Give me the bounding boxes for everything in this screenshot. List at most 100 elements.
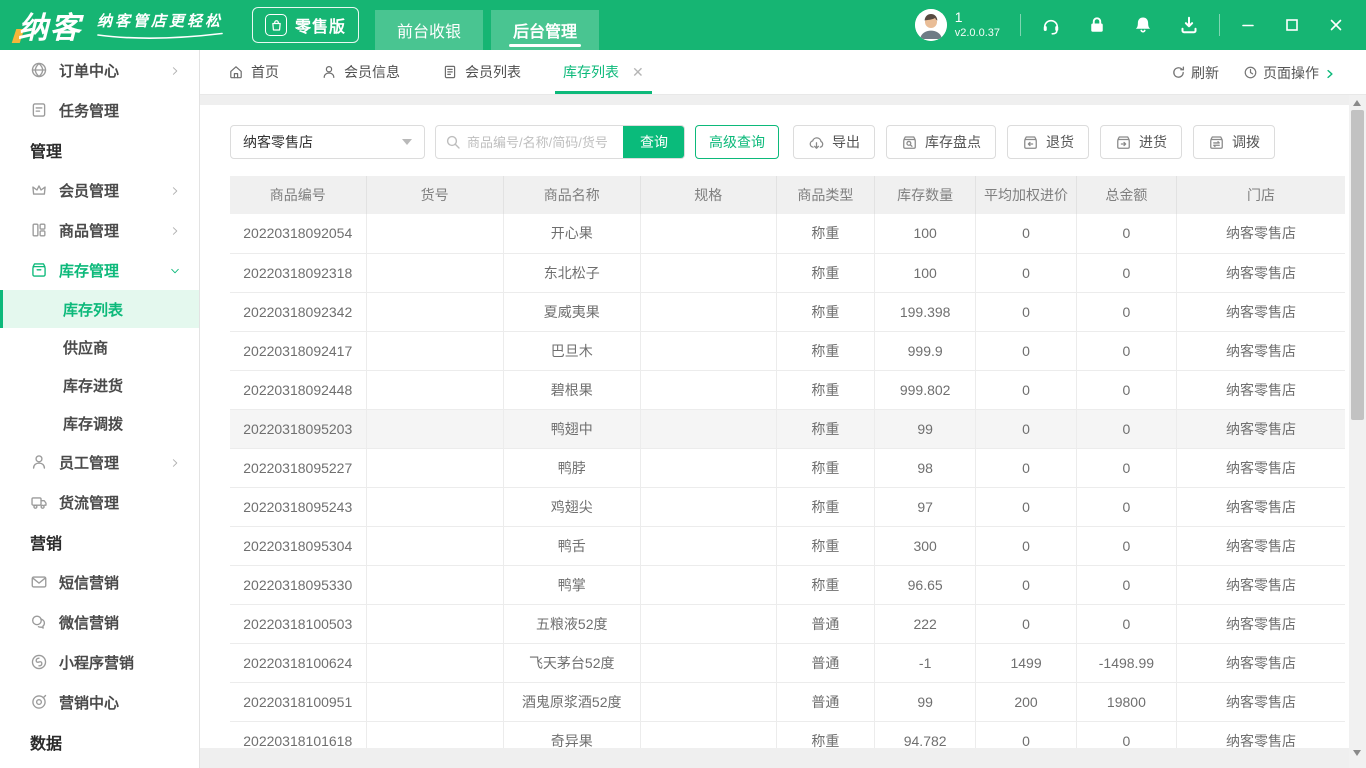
table-cell: 称重 (776, 448, 875, 488)
bell-icon[interactable] (1133, 15, 1153, 35)
return-button[interactable]: 退货 (1007, 125, 1089, 159)
tab-home[interactable]: 首页 (228, 50, 279, 94)
main-area: 首页 会员信息 会员列表 库存列表 ✕ 刷新 页面操作 纳客零售店 商品编号/名… (200, 50, 1366, 768)
table-row[interactable]: 20220318100951 酒鬼原浆酒52度 普通 99 200 19800 纳客零售店 (230, 682, 1345, 722)
purchase-button[interactable]: 进货 (1100, 125, 1182, 159)
table-row[interactable]: 20220318095330 鸭掌 称重 96.65 0 0 纳客零售店 (230, 565, 1345, 605)
minimize-button[interactable] (1240, 17, 1256, 33)
goods-icon (30, 221, 48, 239)
stocktake-icon (901, 134, 918, 151)
query-button[interactable]: 查询 (623, 126, 684, 158)
sidebar-item-inventory-management[interactable]: 库存管理 (0, 250, 199, 290)
tab-member-info[interactable]: 会员信息 (321, 50, 400, 94)
table-row[interactable]: 20220318092054 开心果 称重 100 0 0 纳客零售店 (230, 214, 1345, 254)
table-cell: 称重 (776, 526, 875, 566)
table-cell: 999.802 (874, 370, 977, 410)
table-cell: 20220318095243 (230, 487, 367, 527)
header-nav: 前台收银 后台管理 (375, 0, 600, 50)
table-cell: 0 (975, 331, 1077, 371)
stocktake-button[interactable]: 库存盘点 (886, 125, 996, 159)
table-row[interactable]: 20220318095243 鸡翅尖 称重 97 0 0 纳客零售店 (230, 487, 1345, 527)
refresh-button[interactable]: 刷新 (1171, 63, 1219, 83)
table-cell: 称重 (776, 409, 875, 449)
table-row[interactable]: 20220318092417 巴旦木 称重 999.9 0 0 纳客零售店 (230, 331, 1345, 371)
nav-backend-management[interactable]: 后台管理 (491, 10, 600, 50)
table-cell: 0 (1076, 526, 1178, 566)
close-tab-icon[interactable]: ✕ (632, 64, 644, 81)
sidebar-item-task-management[interactable]: 任务管理 (0, 90, 199, 130)
sidebar-item-wechat-marketing[interactable]: 微信营销 (0, 602, 199, 642)
table-row[interactable]: 20220318101618 奇异果 称重 94.782 0 0 纳客零售店 (230, 721, 1345, 748)
table-cell (366, 487, 504, 527)
button-label: 调拨 (1232, 134, 1260, 150)
user-block[interactable]: 1 v2.0.0.37 (914, 9, 1000, 41)
clock-icon (1243, 65, 1258, 80)
lock-icon[interactable] (1087, 15, 1107, 35)
sidebar-subitem-label: 库存进货 (63, 377, 124, 395)
header-icons (1041, 15, 1199, 35)
export-icon (808, 134, 825, 151)
table-row[interactable]: 20220318100503 五粮液52度 普通 222 0 0 纳客零售店 (230, 604, 1345, 644)
table-row[interactable]: 20220318100624 飞天茅台52度 普通 -1 1499 -1498.99 纳客零… (230, 643, 1345, 683)
table-cell: 纳客零售店 (1176, 292, 1345, 332)
sidebar-subitem-inventory-list[interactable]: 库存列表 (0, 290, 199, 328)
person-icon (30, 453, 48, 471)
sidebar-item-product-management[interactable]: 商品管理 (0, 210, 199, 250)
sidebar-item-staff-management[interactable]: 员工管理 (0, 442, 199, 482)
tab-inventory-list[interactable]: 库存列表 ✕ (555, 50, 652, 94)
sidebar-item-order-center[interactable]: 订单中心 (0, 50, 199, 90)
table-cell: 鸭脖 (503, 448, 641, 488)
avatar[interactable] (914, 9, 947, 41)
table-cell: 纳客零售店 (1176, 370, 1345, 410)
table-cell: 20220318095304 (230, 526, 367, 566)
advanced-query-button[interactable]: 高级查询 (695, 125, 779, 159)
button-label: 退货 (1046, 134, 1074, 150)
table-cell (366, 409, 504, 449)
table-cell: 奇异果 (503, 721, 641, 748)
sidebar-item-statistics-report[interactable]: 统计报表 (0, 762, 199, 768)
header: 纳客 纳客管店更轻松 零售版 前台收银 后台管理 1 v2.0.0.37 (0, 0, 1366, 50)
search-input[interactable] (467, 134, 623, 150)
sidebar-item-sms-marketing[interactable]: 短信营销 (0, 562, 199, 602)
table-cell: 20220318092054 (230, 214, 367, 254)
table-row[interactable]: 20220318092448 碧根果 称重 999.802 0 0 纳客零售店 (230, 370, 1345, 410)
table-cell: 0 (1076, 409, 1178, 449)
store-select[interactable]: 纳客零售店 (230, 125, 425, 159)
page-actions-button[interactable]: 页面操作 (1243, 63, 1336, 83)
table-row[interactable]: 20220318095203 鸭翅中 称重 99 0 0 纳客零售店 (230, 409, 1345, 449)
table-cell: 97 (874, 487, 977, 527)
table-cell (640, 604, 777, 644)
sidebar-item-logistics-management[interactable]: 货流管理 (0, 482, 199, 522)
maximize-button[interactable] (1284, 17, 1300, 33)
box-transfer-icon (1208, 134, 1225, 151)
download-icon[interactable] (1179, 15, 1199, 35)
column-header: 库存数量 (874, 176, 977, 214)
sidebar-item-member-management[interactable]: 会员管理 (0, 170, 199, 210)
table-cell: 100 (874, 253, 977, 293)
tab-member-list[interactable]: 会员列表 (442, 50, 521, 94)
sidebar-subitem-supplier[interactable]: 供应商 (0, 328, 199, 366)
table-cell (640, 253, 777, 293)
table-row[interactable]: 20220318092318 东北松子 称重 100 0 0 纳客零售店 (230, 253, 1345, 293)
table-row[interactable]: 20220318095304 鸭舌 称重 300 0 0 纳客零售店 (230, 526, 1345, 566)
table-row[interactable]: 20220318095227 鸭脖 称重 98 0 0 纳客零售店 (230, 448, 1345, 488)
nav-front-cashier[interactable]: 前台收银 (375, 10, 484, 50)
close-button[interactable] (1328, 17, 1344, 33)
transfer-button[interactable]: 调拨 (1193, 125, 1275, 159)
sidebar-item-marketing-center[interactable]: 营销中心 (0, 682, 199, 722)
table-cell: 称重 (776, 292, 875, 332)
service-icon[interactable] (1041, 15, 1061, 35)
page-scrollbar[interactable] (1349, 95, 1366, 768)
export-button[interactable]: 导出 (793, 125, 875, 159)
table-cell (640, 565, 777, 605)
sidebar-subitem-inventory-transfer[interactable]: 库存调拨 (0, 404, 199, 442)
sidebar-item-label: 库存管理 (59, 262, 120, 280)
table-row[interactable]: 20220318092342 夏威夷果 称重 199.398 0 0 纳客零售店 (230, 292, 1345, 332)
table-cell: 0 (975, 409, 1077, 449)
scroll-up-arrow-icon[interactable] (1353, 100, 1361, 106)
scrollbar-thumb[interactable] (1351, 110, 1364, 420)
sidebar-item-miniprogram-marketing[interactable]: 小程序营销 (0, 642, 199, 682)
sidebar-subitem-inventory-purchase[interactable]: 库存进货 (0, 366, 199, 404)
table-cell: 0 (1076, 565, 1178, 605)
scroll-down-arrow-icon[interactable] (1353, 750, 1361, 756)
